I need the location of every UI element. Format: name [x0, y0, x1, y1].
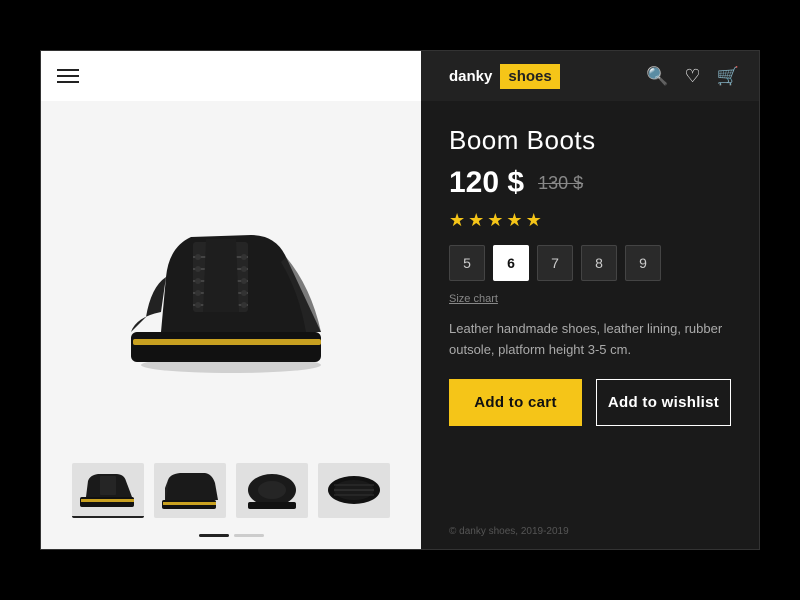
size-chart-link[interactable]: Size chart [449, 293, 731, 305]
progress-dot-1 [199, 534, 229, 537]
product-content: Boom Boots 120 $ 130 $ ★ ★ ★ ★ ★ 5 6 7 8… [421, 101, 759, 526]
brand-name-danky: danky [441, 64, 500, 89]
hamburger-menu[interactable] [57, 69, 79, 83]
star-2: ★ [468, 210, 484, 231]
navbar-left [41, 51, 421, 101]
rating-stars: ★ ★ ★ ★ ★ [449, 210, 731, 231]
product-name: Boom Boots [449, 125, 731, 156]
star-4: ★ [506, 210, 522, 231]
size-9[interactable]: 9 [625, 245, 661, 281]
right-panel: danky shoes 🔍 ♡ 🛒 Boom Boots 120 $ 130 $… [421, 51, 759, 549]
size-7[interactable]: 7 [537, 245, 573, 281]
size-selector: 5 6 7 8 9 [449, 245, 731, 281]
star-5: ★ [526, 210, 542, 231]
product-card: danky shoes 🔍 ♡ 🛒 Boom Boots 120 $ 130 $… [40, 50, 760, 550]
footer-copyright: © danky shoes, 2019-2019 [421, 526, 759, 549]
action-buttons: Add to cart Add to wishlist [449, 379, 731, 426]
thumbnail-3[interactable] [236, 463, 308, 518]
navbar-right: danky shoes 🔍 ♡ 🛒 [421, 51, 759, 101]
star-3: ★ [487, 210, 503, 231]
thumbnails-row [41, 453, 421, 534]
product-description: Leather handmade shoes, leather lining, … [449, 319, 731, 361]
progress-dot-2 [234, 534, 264, 537]
star-1: ★ [449, 210, 465, 231]
thumbnail-4[interactable] [318, 463, 390, 518]
main-image-area [41, 101, 421, 453]
price-current: 120 $ [449, 166, 524, 200]
thumbnail-2[interactable] [154, 463, 226, 518]
size-8[interactable]: 8 [581, 245, 617, 281]
size-6[interactable]: 6 [493, 245, 529, 281]
brand-name-shoes: shoes [500, 64, 559, 89]
search-icon[interactable]: 🔍 [646, 66, 668, 87]
main-product-image [111, 177, 351, 377]
image-progress [199, 534, 264, 549]
left-panel [41, 51, 421, 549]
price-old: 130 $ [538, 173, 583, 194]
brand-logo: danky shoes [441, 64, 560, 89]
wishlist-icon[interactable]: ♡ [684, 66, 700, 87]
size-5[interactable]: 5 [449, 245, 485, 281]
add-to-wishlist-button[interactable]: Add to wishlist [596, 379, 731, 426]
price-row: 120 $ 130 $ [449, 166, 731, 200]
add-to-cart-button[interactable]: Add to cart [449, 379, 582, 426]
cart-icon[interactable]: 🛒 [717, 66, 739, 87]
thumbnail-1[interactable] [72, 463, 144, 518]
